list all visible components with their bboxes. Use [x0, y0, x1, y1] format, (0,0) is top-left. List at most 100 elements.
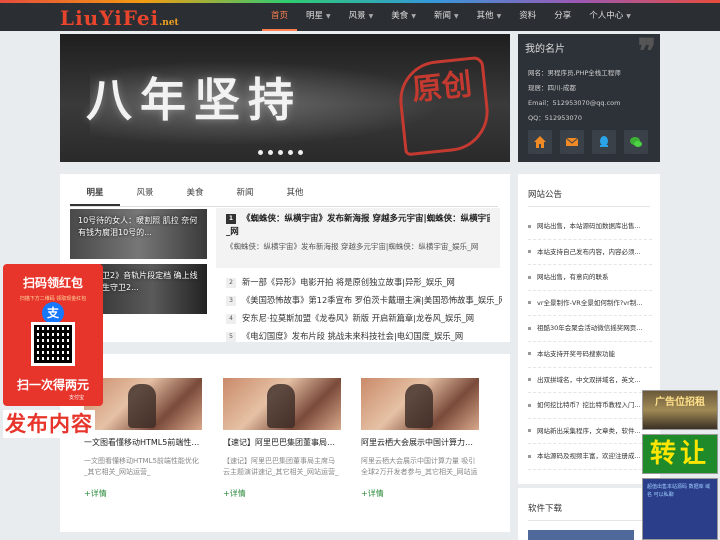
post-more-link[interactable]: +详情 [84, 488, 202, 499]
category-panel: 明星 风景 美食 新闻 其他 10号待的女人：暖割照 肌拉 奈何有钱为腐泪10号… [60, 174, 510, 342]
slider-dot[interactable] [298, 150, 303, 155]
nav-item-materials[interactable]: 资料 [510, 3, 545, 31]
notice-item[interactable]: 网站新出采集程序，文章类，软件... [528, 419, 652, 445]
nav-label: 分享 [554, 11, 572, 21]
thumb-card[interactable]: 10号待的女人：暖割照 肌拉 奈何有钱为腐泪10号的... [70, 209, 207, 259]
profile-email: Email：512953070@qq.com [528, 99, 621, 107]
notice-item[interactable]: 祖酷30年会聚会活动微信摇奖网页... [528, 316, 652, 342]
redpack-brand: 支付宝 [69, 395, 85, 401]
bullet-icon [528, 301, 531, 305]
tab-other[interactable]: 其他 [270, 182, 320, 206]
profile-icons [528, 130, 648, 154]
post-image[interactable] [361, 378, 479, 430]
notice-text: 本站支持自己发布内容，内容必须... [537, 247, 641, 256]
hero-banner[interactable]: 八年坚持 原创 [60, 34, 510, 162]
featured-title: 1 《蜘蛛侠：纵横宇宙》发布新海报 穿越多元宇宙|蜘蛛侠：纵横宇宙_娱乐 [226, 213, 490, 226]
notice-text: 祖酷30年会聚会活动微信摇奖网页... [537, 324, 643, 333]
transfer-ad-banner[interactable]: 转让 [642, 434, 718, 474]
publish-content-button[interactable]: 发布内容 [3, 410, 95, 438]
post-title[interactable]: 【速记】阿里巴巴集团董事局主... [223, 437, 341, 448]
tab-stars[interactable]: 明星 [70, 182, 120, 206]
chevron-down-icon: ▼ [411, 13, 416, 20]
notice-item[interactable]: 网站出售，本站源码加数据库出售... [528, 214, 652, 240]
post-title[interactable]: 一文图看懂移动HTML5前端性能... [84, 437, 202, 448]
notice-title: 网站公告 [528, 188, 650, 207]
news-title: 《美国恐怖故事》第12季宣布 罗伯茨卡戴珊主演|美国恐怖故事_娱乐_网 [242, 295, 502, 305]
news-list: 2 新一部《异形》电影开拍 将是原创独立故事|异形_娱乐_网 3 《美国恐怖故事》第… [226, 273, 502, 345]
red-packet-ad[interactable]: 扫码领红包 扫描下方二维码 领取现金红包 支 扫一次得两元 支付宝 [3, 264, 103, 406]
notice-text: 网站出售，有意向的联系 [537, 273, 609, 282]
post-card[interactable]: 阿里云栖大会展示中国计算力量 ... 阿里云栖大会展示中国计算力量 吸引全球2万… [361, 378, 479, 499]
tab-news[interactable]: 新闻 [220, 182, 270, 206]
news-item[interactable]: 3 《美国恐怖故事》第12季宣布 罗伯茨卡戴珊主演|美国恐怖故事_娱乐_网 [226, 291, 502, 309]
post-card[interactable]: 【速记】阿里巴巴集团董事局主... 【速记】阿里巴巴集团董事局主席马云主题演讲速… [223, 378, 341, 499]
software-screenshot[interactable] [528, 530, 634, 540]
tab-scenery[interactable]: 风景 [120, 182, 170, 206]
notice-panel: 网站公告 网站出售，本站源码加数据库出售... 本站支持自己发布内容，内容必须.… [518, 174, 660, 484]
slider-dots [258, 150, 303, 155]
nav-label: 明星 [306, 11, 324, 21]
alipay-icon: 支 [42, 302, 64, 324]
nav-item-news[interactable]: 新闻 ▼ [425, 3, 468, 31]
nav-item-share[interactable]: 分享 [545, 3, 580, 31]
chevron-down-icon: ▼ [326, 13, 331, 20]
home-icon[interactable] [528, 130, 552, 154]
profile-name: 网名：男程序员,PHP全栈工程师 [528, 69, 621, 77]
notice-item[interactable]: 出双拼域名，中文双拼域名，英文... [528, 368, 652, 394]
featured-article[interactable]: 1 《蜘蛛侠：纵横宇宙》发布新海报 穿越多元宇宙|蜘蛛侠：纵横宇宙_娱乐 _网 《… [216, 208, 500, 268]
category-tabs: 明星 风景 美食 新闻 其他 [70, 182, 498, 207]
news-title: 安东尼·拉莫斯加盟《龙卷风》新版 开启新篇章|龙卷风_娱乐_网 [242, 313, 475, 323]
site-logo[interactable]: LiuYiFei.net [60, 7, 179, 34]
bullet-icon [528, 326, 531, 330]
redpack-subtitle: 扫描下方二维码 领取现金红包 [19, 296, 87, 302]
post-desc: 阿里云栖大会展示中国计算力量 吸引全球2万开发者参与_其它相关_网站运营_ [361, 457, 478, 476]
nav-item-stars[interactable]: 明星 ▼ [297, 3, 340, 31]
bullet-icon [528, 429, 531, 433]
notice-item[interactable]: vr全景制作-VR全景如何制作?vr制... [528, 291, 652, 317]
qq-icon[interactable] [592, 130, 616, 154]
notice-text: 出双拼域名，中文双拼域名，英文... [537, 375, 641, 384]
post-more-link[interactable]: +详情 [223, 488, 341, 499]
nav-item-other[interactable]: 其他 ▼ [468, 3, 511, 31]
post-more-link[interactable]: +详情 [361, 488, 479, 499]
bullet-icon [528, 352, 531, 356]
news-item[interactable]: 5 《电幻国度》发布片段 挑战未来科技社会|电幻国度_娱乐_网 [226, 327, 502, 345]
profile-location: 现居：四川-成都 [528, 84, 576, 92]
notice-text: 本站源码及视频丰富，欢迎注册成... [537, 452, 641, 461]
source-sale-ad[interactable]: 超值出售本站源码 数据库 域名 可以私聊 [642, 478, 718, 540]
nav-item-scenery[interactable]: 风景 ▼ [340, 3, 383, 31]
email-icon[interactable] [560, 130, 584, 154]
slider-dot[interactable] [258, 150, 263, 155]
rank-number: 4 [226, 313, 236, 324]
notice-item[interactable]: 本站支持开奖号码搜索功能 [528, 342, 652, 368]
notice-item[interactable]: 网站出售，有意向的联系 [528, 265, 652, 291]
post-title[interactable]: 阿里云栖大会展示中国计算力量 ... [361, 437, 479, 448]
news-item[interactable]: 4 安东尼·拉莫斯加盟《龙卷风》新版 开启新篇章|龙卷风_娱乐_网 [226, 309, 502, 327]
nav-item-user-center[interactable]: 个人中心 ▼ [580, 3, 640, 31]
nav-item-home[interactable]: 首页 [262, 3, 298, 31]
featured-desc: 《蜘蛛侠：纵横宇宙》发布新海报 穿越多元宇宙|蜘蛛侠：纵横宇宙_娱乐_网 [226, 242, 479, 251]
nav-label: 美食 [391, 11, 409, 21]
news-item[interactable]: 2 新一部《异形》电影开拍 将是原创独立故事|异形_娱乐_网 [226, 273, 502, 291]
post-image[interactable] [223, 378, 341, 430]
side-ad-banner[interactable]: 广告位招租 [642, 390, 718, 430]
notice-item[interactable]: 本站源码及视频丰富，欢迎注册成... [528, 444, 652, 470]
tab-food[interactable]: 美食 [170, 182, 220, 206]
slider-dot[interactable] [268, 150, 273, 155]
wechat-icon[interactable] [624, 130, 648, 154]
news-title: 新一部《异形》电影开拍 将是原创独立故事|异形_娱乐_网 [242, 277, 455, 287]
nav-item-food[interactable]: 美食 ▼ [382, 3, 425, 31]
chevron-down-icon: ▼ [368, 13, 374, 20]
slider-dot[interactable] [288, 150, 293, 155]
slider-dot[interactable] [278, 150, 283, 155]
chevron-down-icon: ▼ [626, 13, 631, 20]
notice-item[interactable]: 本站支持自己发布内容，内容必须... [528, 240, 652, 266]
logo-suffix: .net [159, 18, 179, 28]
post-desc: 一文图看懂移动HTML5前端性能优化_其它相关_网站运营_ [84, 457, 199, 476]
logo-main: LiuYiFei [60, 6, 160, 30]
notice-text: 本站支持开奖号码搜索功能 [537, 349, 615, 358]
notice-item[interactable]: 如何挖比特币？挖比特币教程入门... [528, 393, 652, 419]
notice-text: 如何挖比特币？挖比特币教程入门... [537, 401, 641, 410]
bullet-icon [528, 250, 531, 254]
notice-text: 网站出售，本站源码加数据库出售... [537, 222, 641, 230]
